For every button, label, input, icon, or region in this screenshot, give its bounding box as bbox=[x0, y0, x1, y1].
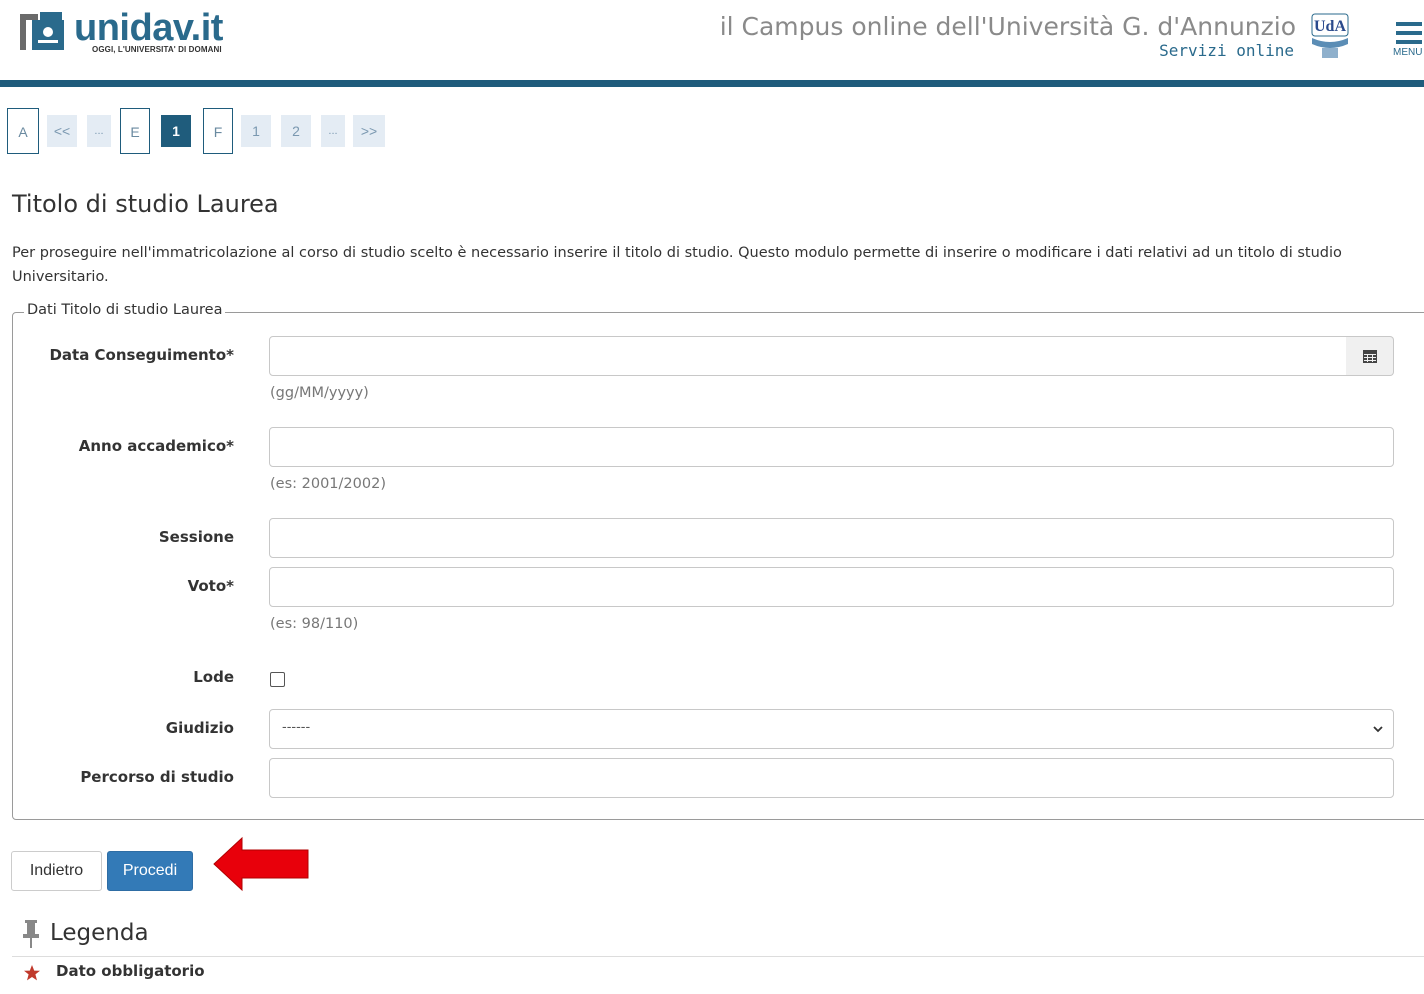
sessione-input[interactable] bbox=[269, 518, 1394, 558]
hamburger-icon bbox=[1396, 22, 1422, 44]
back-button[interactable]: Indietro bbox=[11, 851, 102, 891]
unidav-logo-icon bbox=[20, 12, 64, 50]
giudizio-selected-value: ------ bbox=[282, 720, 311, 735]
proceed-button[interactable]: Procedi bbox=[107, 851, 193, 891]
anno-accademico-label: Anno accademico* bbox=[78, 437, 234, 455]
pin-icon bbox=[23, 920, 39, 948]
data-conseguimento-hint: (gg/MM/yyyy) bbox=[270, 385, 369, 401]
menu-label: MENU bbox=[1393, 47, 1423, 58]
voto-hint: (es: 98/110) bbox=[270, 616, 359, 632]
star-icon bbox=[24, 965, 40, 981]
campus-subtitle: Servizi online bbox=[1159, 41, 1294, 60]
lode-checkbox[interactable] bbox=[270, 672, 285, 687]
legend-item-required: Dato obbligatorio bbox=[56, 962, 205, 980]
giudizio-label: Giudizio bbox=[165, 719, 234, 737]
voto-input[interactable] bbox=[269, 567, 1394, 607]
step-ellipsis-right[interactable]: ... bbox=[321, 115, 345, 147]
calendar-button[interactable] bbox=[1346, 336, 1394, 376]
calendar-icon bbox=[1363, 350, 1377, 363]
sessione-label: Sessione bbox=[158, 528, 234, 546]
giudizio-select[interactable]: ------ bbox=[269, 709, 1394, 749]
voto-label: Voto* bbox=[187, 577, 234, 595]
menu-button[interactable]: MENU bbox=[1392, 14, 1424, 64]
step-current[interactable]: 1 bbox=[161, 115, 191, 147]
legend-title: Legenda bbox=[50, 920, 149, 946]
step-first[interactable]: << bbox=[47, 115, 77, 147]
uda-logo-icon: UdA bbox=[1311, 13, 1349, 58]
uda-logo-text: UdA bbox=[1314, 18, 1346, 35]
data-conseguimento-input[interactable] bbox=[269, 336, 1347, 376]
step-1[interactable]: 1 bbox=[241, 115, 271, 147]
header-divider bbox=[0, 80, 1424, 87]
site-header: unidav.it OGGI, L'UNIVERSITA' DI DOMANI … bbox=[0, 0, 1424, 80]
percorso-label: Percorso di studio bbox=[80, 768, 234, 786]
step-2[interactable]: 2 bbox=[281, 115, 311, 147]
chevron-down-icon bbox=[1373, 726, 1383, 733]
percorso-input[interactable] bbox=[269, 758, 1394, 798]
anno-accademico-input[interactable] bbox=[269, 427, 1394, 467]
logo-tagline: OGGI, L'UNIVERSITA' DI DOMANI bbox=[92, 45, 222, 54]
step-last[interactable]: >> bbox=[353, 115, 385, 147]
anno-accademico-hint: (es: 2001/2002) bbox=[270, 476, 386, 492]
red-arrow-icon bbox=[213, 836, 309, 892]
intro-text: Per proseguire nell'immatricolazione al … bbox=[12, 245, 1342, 285]
lode-label: Lode bbox=[193, 668, 234, 686]
step-f[interactable]: F bbox=[203, 108, 233, 154]
unidav-logo[interactable]: unidav.it OGGI, L'UNIVERSITA' DI DOMANI bbox=[18, 7, 238, 60]
fieldset-legend: Dati Titolo di studio Laurea bbox=[24, 302, 226, 318]
legend-divider bbox=[12, 956, 1424, 957]
data-conseguimento-label: Data Conseguimento* bbox=[49, 346, 234, 364]
step-e[interactable]: E bbox=[120, 108, 150, 154]
campus-title: il Campus online dell'Università G. d'An… bbox=[719, 12, 1296, 41]
page-title: Titolo di studio Laurea bbox=[12, 190, 279, 218]
step-ellipsis-left[interactable]: ... bbox=[87, 115, 111, 147]
logo-text: unidav.it bbox=[74, 7, 223, 49]
step-a[interactable]: A bbox=[7, 108, 39, 154]
